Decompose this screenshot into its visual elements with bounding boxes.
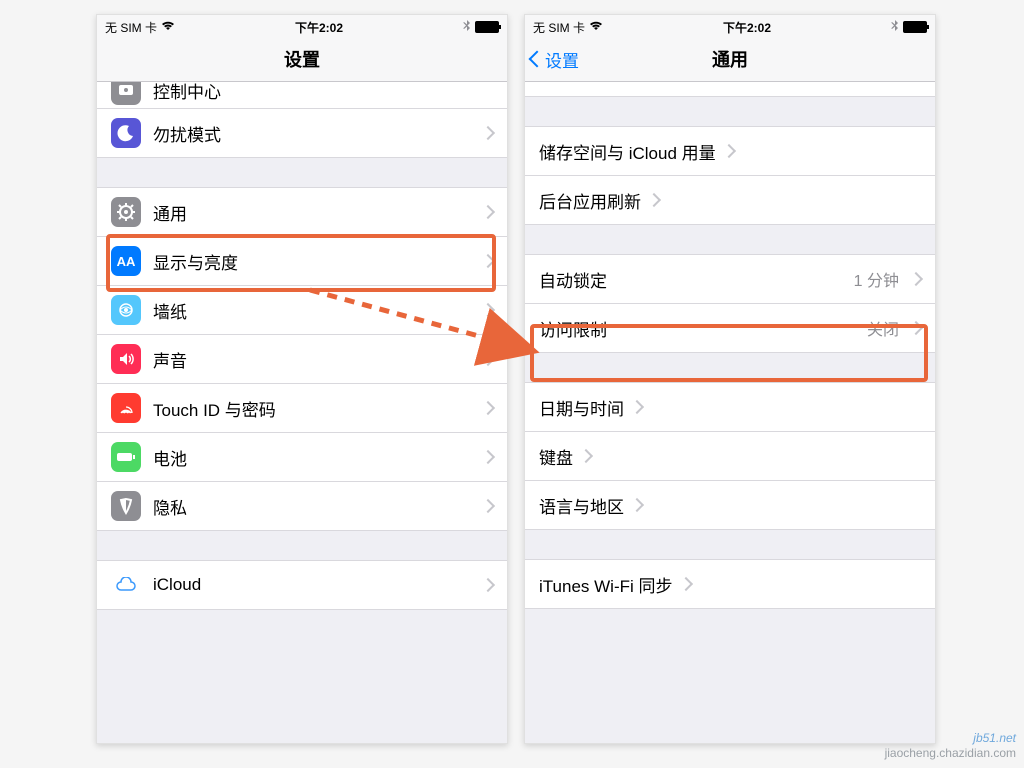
touchid-icon	[111, 393, 141, 423]
battery-icon	[475, 21, 499, 33]
list-item[interactable]: 隐私	[97, 481, 507, 531]
page-title: 设置	[284, 46, 320, 72]
chevron-right-icon	[481, 499, 495, 513]
nav-bar: 设置 通用	[525, 37, 935, 82]
left-phone: 无 SIM 卡 下午2:02 设置 控制中心 勿扰模式 通用 AA 显示与亮度墙纸声…	[96, 14, 508, 744]
list-item-label: 语言与地区	[539, 493, 624, 518]
chevron-right-icon	[481, 254, 495, 268]
carrier-text: 无 SIM 卡	[105, 19, 157, 36]
status-bar: 无 SIM 卡 下午2:02	[97, 15, 507, 37]
chevron-left-icon	[529, 51, 546, 68]
general-icon	[111, 197, 141, 227]
wifi-icon	[589, 20, 603, 34]
chevron-right-icon	[678, 577, 692, 591]
list-item-label: 勿扰模式	[153, 121, 221, 146]
chevron-right-icon	[481, 352, 495, 366]
list-item-label: iCloud	[153, 575, 201, 595]
display-icon: AA	[111, 246, 141, 276]
battery-icon	[903, 21, 927, 33]
list-item-label: 日期与时间	[539, 395, 624, 420]
chevron-right-icon	[481, 126, 495, 140]
list-item[interactable]: 控制中心	[97, 82, 507, 109]
list-item[interactable]: 储存空间与 iCloud 用量	[525, 126, 935, 176]
back-label: 设置	[545, 47, 579, 72]
settings-list[interactable]: 控制中心 勿扰模式 通用AA显示与亮度墙纸声音Touch ID 与密码电池隐私 …	[97, 82, 507, 610]
list-item[interactable]: 勿扰模式	[97, 108, 507, 158]
status-time: 下午2:02	[723, 19, 771, 36]
list-item-label: 后台应用刷新	[539, 188, 641, 213]
list-item[interactable]: 通用	[97, 187, 507, 237]
list-item[interactable]: AA 显示与亮度	[97, 236, 507, 286]
do-not-disturb-icon	[111, 118, 141, 148]
carrier-text: 无 SIM 卡	[533, 19, 585, 36]
list-item[interactable]: 语言与地区	[525, 480, 935, 530]
chevron-right-icon	[630, 400, 644, 414]
chevron-right-icon	[579, 449, 593, 463]
list-item[interactable]: 访问限制 关闭	[525, 303, 935, 353]
list-item-label: 访问限制	[539, 316, 607, 341]
wifi-icon	[161, 20, 175, 34]
status-time: 下午2:02	[295, 19, 343, 36]
list-item-label: 隐私	[153, 494, 187, 519]
chevron-right-icon	[647, 193, 661, 207]
list-item-label: Touch ID 与密码	[153, 396, 276, 421]
list-item-value: 1 分钟	[854, 267, 903, 291]
chevron-right-icon	[630, 498, 644, 512]
list-item-label: 键盘	[539, 444, 573, 469]
chevron-right-icon	[481, 401, 495, 415]
list-item-label: 通用	[153, 200, 187, 225]
chevron-right-icon	[481, 205, 495, 219]
back-button[interactable]: 设置	[531, 37, 579, 81]
chevron-right-icon	[481, 303, 495, 317]
chevron-right-icon	[909, 321, 923, 335]
chevron-right-icon	[481, 578, 495, 592]
watermark-line1: jb51.net	[885, 731, 1016, 747]
nav-bar: 设置	[97, 37, 507, 82]
general-list[interactable]: 储存空间与 iCloud 用量后台应用刷新自动锁定 1 分钟访问限制 关闭日期与时间…	[525, 82, 935, 609]
privacy-icon	[111, 491, 141, 521]
watermark: jb51.net jiaocheng.chazidian.com	[885, 731, 1016, 762]
list-item[interactable]: iTunes Wi-Fi 同步	[525, 559, 935, 609]
list-item[interactable]: iCloud	[97, 560, 507, 610]
page-title: 通用	[712, 46, 748, 72]
bluetooth-icon	[891, 20, 899, 35]
list-item[interactable]: 后台应用刷新	[525, 175, 935, 225]
battery-icon	[111, 442, 141, 472]
list-item-label: 电池	[153, 445, 187, 470]
list-item-label: 声音	[153, 347, 187, 372]
list-item-label: iTunes Wi-Fi 同步	[539, 572, 673, 597]
right-phone: 无 SIM 卡 下午2:02 设置 通用 储存空间与 iCloud 用量后台应用…	[524, 14, 936, 744]
list-item[interactable]: 日期与时间	[525, 382, 935, 432]
list-item[interactable]: Touch ID 与密码	[97, 383, 507, 433]
icloud-icon	[111, 570, 141, 600]
list-item[interactable]: 电池	[97, 432, 507, 482]
list-item[interactable]: 声音	[97, 334, 507, 384]
chevron-right-icon	[722, 144, 736, 158]
watermark-line2: jiaocheng.chazidian.com	[885, 746, 1016, 762]
list-item[interactable]: 键盘	[525, 431, 935, 481]
list-item-label: 墙纸	[153, 298, 187, 323]
list-item-label: 自动锁定	[539, 267, 607, 292]
list-item-label: 储存空间与 iCloud 用量	[539, 139, 716, 164]
chevron-right-icon	[481, 450, 495, 464]
list-item-label: 显示与亮度	[153, 249, 238, 274]
list-item[interactable]: 自动锁定 1 分钟	[525, 254, 935, 304]
list-item[interactable]: 墙纸	[97, 285, 507, 335]
wallpaper-icon	[111, 295, 141, 325]
sound-icon	[111, 344, 141, 374]
status-bar: 无 SIM 卡 下午2:02	[525, 15, 935, 37]
bluetooth-icon	[463, 20, 471, 35]
list-item[interactable]	[525, 82, 935, 97]
chevron-right-icon	[909, 272, 923, 286]
list-item-value: 关闭	[867, 316, 903, 340]
